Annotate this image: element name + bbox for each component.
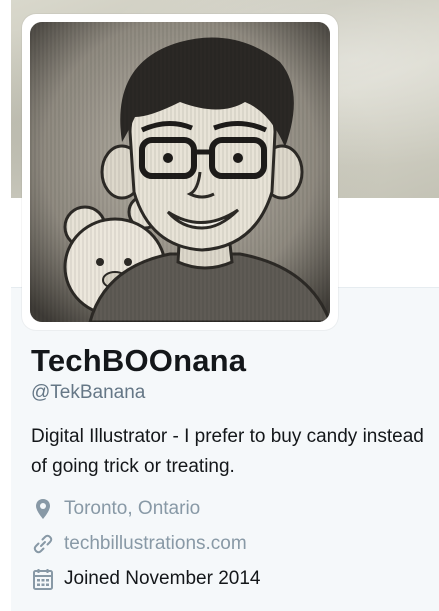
map-pin-icon xyxy=(31,497,55,521)
profile-website-row: techbillustrations.com xyxy=(31,531,247,557)
profile-location: Toronto, Ontario xyxy=(64,498,201,519)
profile-bio: Digital Illustrator - I prefer to buy ca… xyxy=(31,426,424,477)
profile-location-row: Toronto, Ontario xyxy=(31,496,200,522)
profile-joined-row: Joined November 2014 xyxy=(31,566,260,592)
profile-website-link[interactable]: techbillustrations.com xyxy=(64,533,247,555)
profile-page: TechBOOnana @TekBanana Digital Illustrat… xyxy=(0,0,439,611)
calendar-icon xyxy=(31,567,55,591)
profile-display-name[interactable]: TechBOOnana xyxy=(31,343,246,379)
link-icon xyxy=(31,532,55,556)
profile-joined-date: Joined November 2014 xyxy=(64,568,261,589)
profile-handle[interactable]: @TekBanana xyxy=(31,382,145,404)
avatar[interactable] xyxy=(30,22,330,322)
avatar-illustration xyxy=(30,22,330,322)
